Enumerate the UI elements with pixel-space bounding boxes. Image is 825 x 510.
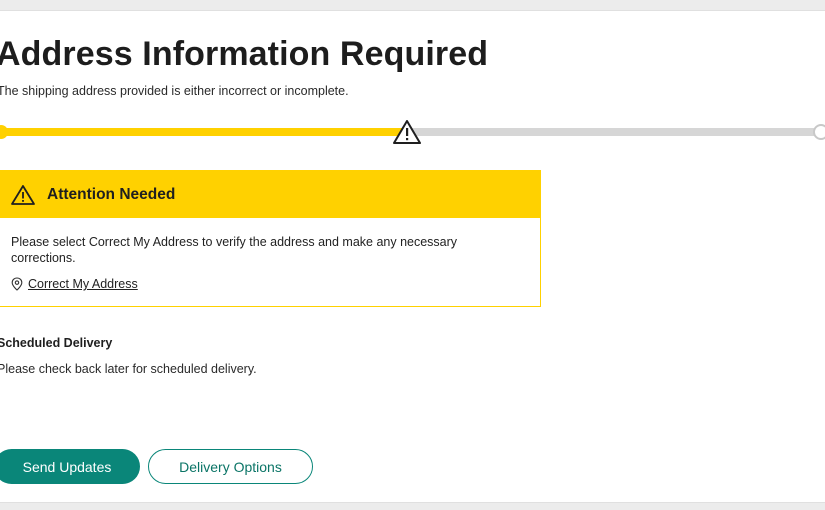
correct-my-address-link[interactable]: Correct My Address bbox=[11, 276, 530, 292]
scheduled-delivery-text: Please check back later for scheduled de… bbox=[0, 362, 257, 376]
correct-my-address-label[interactable]: Correct My Address bbox=[28, 276, 138, 292]
progress-fill bbox=[0, 128, 402, 136]
address-status-card: Address Information Required The shippin… bbox=[0, 10, 825, 503]
page-title: Address Information Required bbox=[0, 35, 489, 73]
send-updates-button[interactable]: Send Updates bbox=[0, 449, 140, 484]
page-subtitle: The shipping address provided is either … bbox=[0, 84, 349, 98]
delivery-options-button[interactable]: Delivery Options bbox=[148, 449, 313, 484]
alert-title: Attention Needed bbox=[47, 185, 176, 203]
location-pin-icon bbox=[11, 277, 23, 291]
scheduled-delivery-title: Scheduled Delivery bbox=[0, 336, 113, 350]
progress-start-dot bbox=[0, 125, 8, 139]
alert-header: Attention Needed bbox=[0, 171, 540, 218]
progress-end-dot bbox=[813, 124, 825, 140]
attention-alert: Attention Needed Please select Correct M… bbox=[0, 170, 541, 307]
shipment-progress-bar bbox=[0, 117, 825, 147]
warning-triangle-icon bbox=[393, 120, 421, 144]
alert-body: Please select Correct My Address to veri… bbox=[0, 218, 540, 292]
alert-message: Please select Correct My Address to veri… bbox=[11, 235, 458, 265]
warning-triangle-icon bbox=[11, 184, 35, 205]
